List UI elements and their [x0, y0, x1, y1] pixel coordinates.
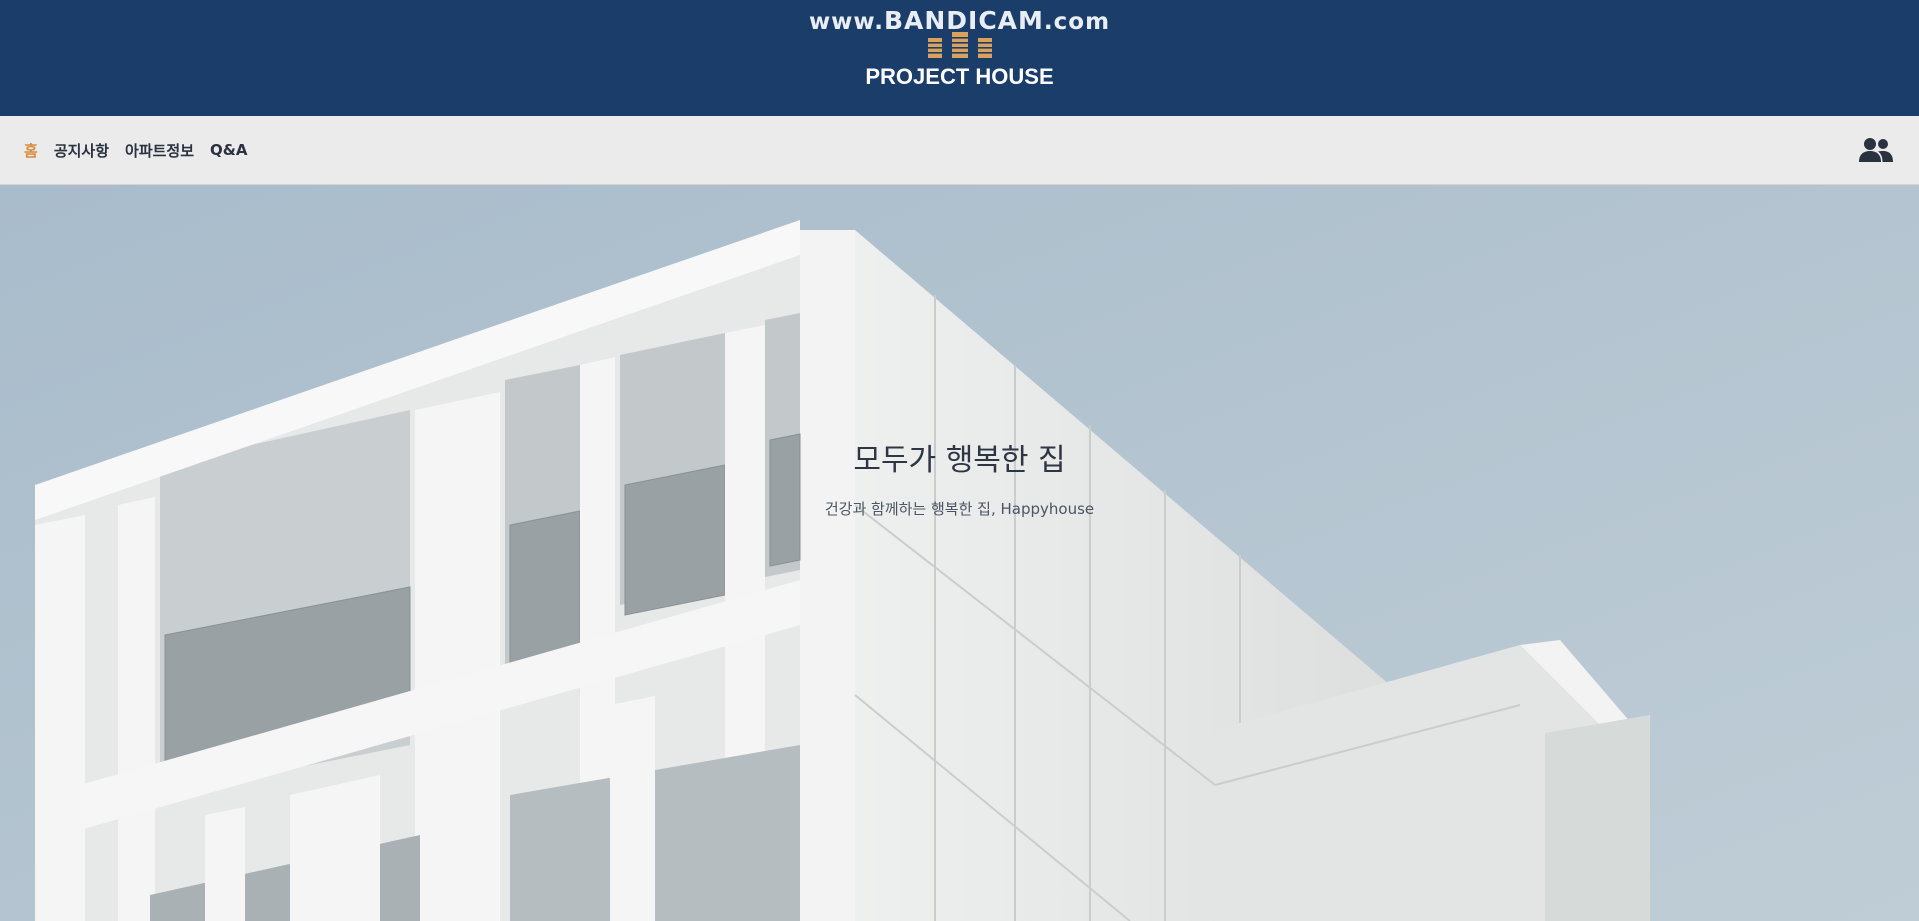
hero-subtitle: 건강과 함께하는 행복한 집, Happyhouse [824, 500, 1095, 518]
building-icon [927, 32, 992, 58]
hero-title: 모두가 행복한 집 [853, 443, 1066, 478]
nav-apartment-info[interactable]: 아파트정보 [125, 140, 194, 161]
logo[interactable] [0, 28, 1919, 60]
building-photo [0, 185, 1919, 921]
nav-notice[interactable]: 공지사항 [54, 140, 109, 161]
header-brand-bar: www.BANDICAM.com PROJECT HOUSE [0, 0, 1919, 116]
nav-home[interactable]: 홈 [24, 140, 38, 161]
users-icon[interactable] [1859, 136, 1893, 164]
nav-qna[interactable]: Q&A [210, 141, 247, 159]
hero-section: 모두가 행복한 집 건강과 함께하는 행복한 집, Happyhouse [0, 185, 1919, 921]
logo-text[interactable]: PROJECT HOUSE [0, 64, 1919, 90]
main-navbar: 홈 공지사항 아파트정보 Q&A [0, 116, 1919, 185]
nav-links: 홈 공지사항 아파트정보 Q&A [24, 116, 247, 184]
